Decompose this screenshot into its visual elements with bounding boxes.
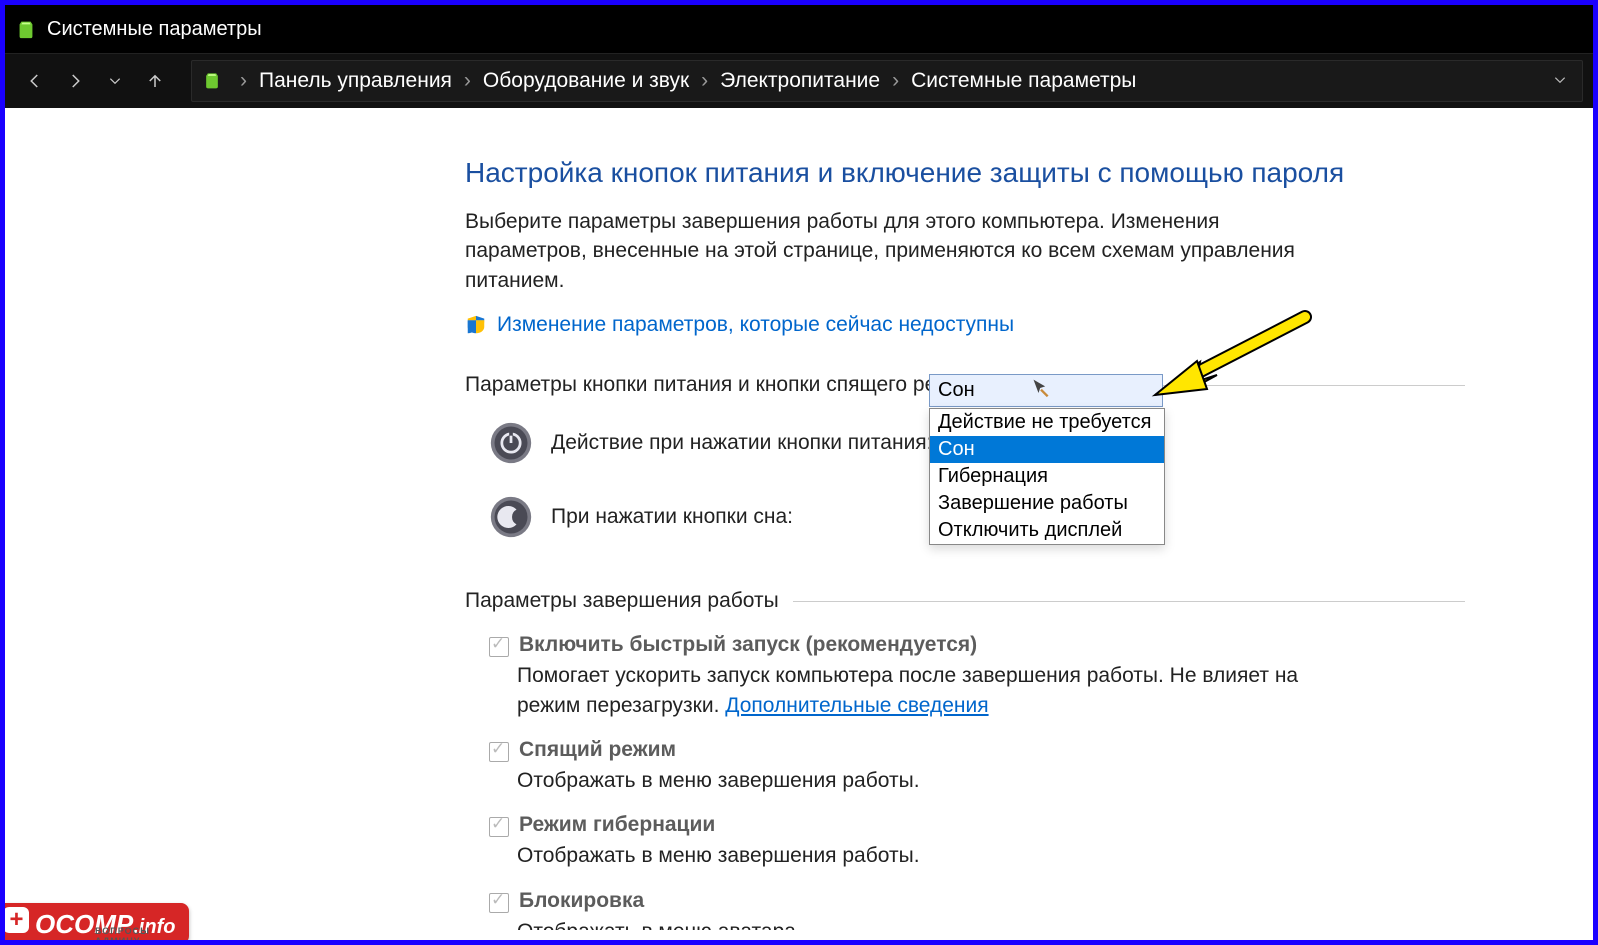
sleep-option-label: Спящий режим	[519, 738, 676, 762]
forward-button[interactable]	[61, 67, 89, 95]
battery-icon	[202, 70, 224, 92]
fast-startup-label: Включить быстрый запуск (рекомендуется)	[519, 633, 977, 657]
lock-option: Блокировка	[489, 889, 1465, 913]
more-info-link[interactable]: Дополнительные сведения	[725, 694, 988, 717]
dropdown-option-shutdown[interactable]: Завершение работы	[930, 490, 1164, 517]
window-title: Системные параметры	[47, 18, 262, 41]
change-unavailable-settings-link[interactable]: Изменение параметров, которые сейчас нед…	[497, 313, 1014, 337]
lock-option-label: Блокировка	[519, 889, 644, 913]
page-description: Выберите параметры завершения работы для…	[465, 207, 1335, 295]
breadcrumb-system-settings[interactable]: Системные параметры	[911, 69, 1136, 93]
combobox-selected-value: Сон	[938, 379, 975, 402]
chevron-right-icon[interactable]: ›	[701, 69, 708, 93]
back-button[interactable]	[21, 67, 49, 95]
sleep-option-desc: Отображать в меню завершения работы.	[517, 766, 1337, 795]
checkbox-disabled-checked	[489, 817, 509, 837]
dropdown-option-display-off[interactable]: Отключить дисплей	[930, 517, 1164, 544]
annotation-arrow	[1145, 307, 1315, 422]
checkbox-disabled-checked	[489, 742, 509, 762]
page-heading: Настройка кнопок питания и включение защ…	[465, 157, 1465, 189]
power-button-action-dropdown[interactable]: Действие не требуется Сон Гибернация Зав…	[929, 408, 1165, 545]
hibernate-option-desc: Отображать в меню завершения работы.	[517, 841, 1337, 870]
dropdown-option-no-action[interactable]: Действие не требуется	[930, 409, 1164, 436]
section-shutdown-settings: Параметры завершения работы	[465, 589, 1465, 613]
content-area: Настройка кнопок питания и включение защ…	[15, 117, 1583, 930]
power-button-action-combobox[interactable]: Сон	[929, 374, 1163, 407]
section-title: Параметры завершения работы	[465, 589, 779, 613]
breadcrumb-hardware-sound[interactable]: Оборудование и звук	[483, 69, 689, 93]
watermark-subtitle: ВОПРОСЫ АДМИНУ	[95, 926, 189, 945]
dropdown-option-sleep[interactable]: Сон	[930, 436, 1164, 463]
up-button[interactable]	[141, 67, 169, 95]
hibernate-option-label: Режим гибернации	[519, 813, 715, 837]
watermark: OCOMP.info ВОПРОСЫ АДМИНУ	[0, 903, 189, 944]
titlebar: Системные параметры	[5, 5, 1593, 53]
chevron-right-icon[interactable]: ›	[464, 69, 471, 93]
section-title: Параметры кнопки питания и кнопки спящег…	[465, 373, 988, 397]
dropdown-option-hibernate[interactable]: Гибернация	[930, 463, 1164, 490]
battery-icon	[15, 18, 37, 40]
fast-startup-option: Включить быстрый запуск (рекомендуется)	[489, 633, 1465, 657]
cursor-icon	[1031, 378, 1051, 404]
sleep-icon	[489, 495, 533, 539]
power-icon	[489, 421, 533, 465]
checkbox-disabled-checked	[489, 637, 509, 657]
breadcrumb-control-panel[interactable]: Панель управления	[259, 69, 452, 93]
recent-locations-button[interactable]	[101, 67, 129, 95]
power-button-label: Действие при нажатии кнопки питания:	[551, 431, 933, 455]
sleep-option: Спящий режим	[489, 738, 1465, 762]
navigation-bar: › Панель управления › Оборудование и зву…	[5, 53, 1593, 108]
chevron-right-icon[interactable]: ›	[240, 69, 247, 93]
lock-option-desc: Отображать в меню аватара.	[517, 917, 1337, 930]
address-dropdown-button[interactable]	[1548, 69, 1572, 93]
chevron-right-icon[interactable]: ›	[892, 69, 899, 93]
system-settings-window: Системные параметры › Панель управления …	[0, 0, 1598, 945]
breadcrumb-power-options[interactable]: Электропитание	[720, 69, 880, 93]
divider	[793, 601, 1465, 602]
shield-icon	[465, 314, 487, 336]
fast-startup-desc: Помогает ускорить запуск компьютера посл…	[517, 661, 1337, 720]
address-bar[interactable]: › Панель управления › Оборудование и зву…	[191, 60, 1583, 102]
hibernate-option: Режим гибернации	[489, 813, 1465, 837]
sleep-button-label: При нажатии кнопки сна:	[551, 505, 793, 529]
checkbox-disabled-checked	[489, 893, 509, 913]
